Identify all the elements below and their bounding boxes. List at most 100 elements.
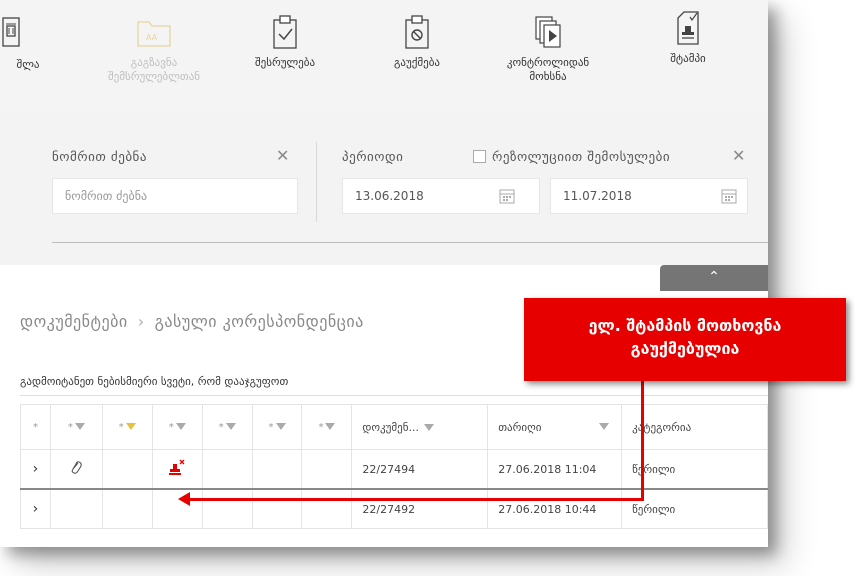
header-filter-cell[interactable]: * bbox=[301, 404, 353, 450]
calendar-icon[interactable] bbox=[499, 188, 515, 204]
filter-bottom-line bbox=[52, 242, 768, 243]
empty-cell bbox=[201, 488, 253, 529]
period-label: პერიოდი bbox=[342, 150, 404, 165]
delete-button-label: შლა bbox=[16, 58, 40, 71]
chevron-up-icon: ⌃ bbox=[708, 269, 720, 285]
remove-from-control-label-line2: მოხსნა bbox=[529, 70, 567, 83]
column-header-date-label: თარიღი bbox=[498, 420, 542, 434]
send-to-executor-label-line1: გაგზავნა bbox=[130, 56, 178, 69]
filter-icon[interactable] bbox=[275, 423, 286, 430]
filter-icon[interactable] bbox=[599, 423, 610, 430]
date-from-input[interactable]: 13.06.2018 bbox=[342, 178, 540, 214]
column-header-document-label: დოკუმენ... bbox=[362, 420, 419, 434]
resolution-checkbox-label: რეზოლუციით შემოსულები bbox=[492, 150, 671, 165]
date-to-input[interactable]: 11.07.2018 bbox=[550, 178, 748, 214]
expand-row-icon[interactable]: › bbox=[20, 488, 51, 529]
breadcrumb-documents[interactable]: დოკუმენტები bbox=[20, 312, 128, 331]
empty-cell bbox=[49, 488, 103, 529]
filter-icon[interactable] bbox=[74, 423, 85, 430]
number-search-input[interactable]: ნომრით ძებნა bbox=[52, 178, 298, 214]
stamp-cancelled-icon[interactable] bbox=[168, 459, 186, 477]
document-number: 22/27492 bbox=[362, 502, 416, 516]
header-star: * bbox=[32, 421, 38, 433]
execute-button[interactable]: შესრულება bbox=[240, 0, 330, 70]
document-date: 27.06.2018 11:04 bbox=[498, 462, 597, 476]
stamp-document-icon bbox=[677, 11, 699, 45]
send-to-executor-button[interactable]: AA გაგზავნა შემსრულებლთან bbox=[84, 0, 224, 84]
document-number: 22/27494 bbox=[362, 462, 416, 476]
grid-header-row: * * * * * * * დოკუმენ... თარიღი კატეგორი… bbox=[20, 404, 768, 450]
filter-icon[interactable] bbox=[225, 423, 236, 430]
document-category: წერილი bbox=[632, 462, 676, 476]
breadcrumb: დოკუმენტები › გასული კორესპონდენცია bbox=[20, 312, 364, 331]
select-all-column[interactable]: * bbox=[20, 404, 51, 450]
filter-icon[interactable] bbox=[175, 423, 186, 430]
execute-button-label: შესრულება bbox=[254, 56, 316, 69]
header-star: * bbox=[268, 421, 274, 433]
column-header-document[interactable]: დოკუმენ... bbox=[351, 404, 489, 450]
column-header-date[interactable]: თარიღი bbox=[487, 404, 623, 450]
header-filter-cell[interactable]: * bbox=[201, 404, 253, 450]
empty-cell bbox=[251, 488, 303, 529]
svg-text:AA: AA bbox=[146, 33, 158, 42]
documents-stack-icon bbox=[535, 16, 561, 48]
document-category: წერილი bbox=[632, 502, 676, 516]
header-star: * bbox=[168, 421, 174, 433]
empty-cell bbox=[201, 449, 253, 490]
remove-from-control-button[interactable]: კონტროლიდან მოხსნა bbox=[490, 0, 606, 84]
clipboard-cancel-icon bbox=[405, 15, 429, 49]
stamp-button-label: შტამპი bbox=[670, 52, 706, 65]
column-header-category-label: კატეგორია bbox=[632, 420, 692, 434]
trash-icon bbox=[2, 17, 20, 47]
date-to-value: 11.07.2018 bbox=[563, 189, 632, 203]
breadcrumb-separator: › bbox=[137, 312, 145, 331]
delete-button[interactable]: შლა bbox=[0, 0, 56, 72]
filter-icon[interactable] bbox=[325, 423, 336, 430]
header-star: * bbox=[318, 421, 324, 433]
clear-number-search-icon[interactable]: ✕ bbox=[276, 146, 289, 165]
clear-period-icon[interactable]: ✕ bbox=[732, 146, 745, 165]
filter-active-icon[interactable] bbox=[125, 423, 136, 430]
send-to-executor-label-line2: შემსრულებლთან bbox=[107, 70, 201, 83]
document-date: 27.06.2018 10:44 bbox=[498, 502, 597, 516]
header-filter-cell[interactable]: * bbox=[101, 404, 153, 450]
header-star: * bbox=[118, 421, 124, 433]
filter-panel: ნომრით ძებნა ✕ ნომრით ძებნა პერიოდი რეზო… bbox=[0, 110, 768, 265]
toolbar: შლა AA გაგზავნა შემსრულებლთან შესრულება bbox=[0, 0, 768, 111]
paperclip-icon[interactable] bbox=[69, 460, 83, 476]
empty-cell bbox=[101, 449, 153, 490]
stamp-button[interactable]: შტამპი bbox=[648, 0, 728, 66]
cancel-button[interactable]: გაუქმება bbox=[372, 0, 462, 70]
annotation-arrow-line bbox=[188, 498, 644, 501]
header-star: * bbox=[67, 421, 73, 433]
empty-cell bbox=[251, 449, 303, 490]
collapse-filter-button[interactable]: ⌃ bbox=[660, 265, 768, 291]
documents-grid: * * * * * * * დოკუმენ... თარიღი კატეგორი… bbox=[20, 404, 768, 529]
stamp-status-cell bbox=[151, 449, 203, 490]
attachment-cell bbox=[49, 449, 103, 490]
resolution-checkbox[interactable] bbox=[473, 150, 486, 163]
group-by-hint: გადმოიტანეთ ნებისმიერი სვეტი, რომ დააჯგუ… bbox=[20, 375, 289, 388]
annotation-callout: ელ. შტამპის მოთხოვნა გაუქმებულია bbox=[524, 298, 846, 381]
header-filter-cell[interactable]: * bbox=[251, 404, 303, 450]
expand-row-icon[interactable]: › bbox=[20, 449, 51, 490]
breadcrumb-outgoing-correspondence: გასული კორესპონდენცია bbox=[154, 312, 364, 331]
calendar-icon[interactable] bbox=[721, 188, 737, 204]
folder-icon: AA bbox=[137, 21, 171, 47]
cancel-button-label: გაუქმება bbox=[394, 56, 440, 69]
empty-cell bbox=[301, 488, 353, 529]
table-row[interactable]: › 22/27494 27.06.2018 11:04 წერილი bbox=[20, 449, 768, 490]
header-filter-cell[interactable]: * bbox=[49, 404, 103, 450]
empty-cell bbox=[301, 449, 353, 490]
remove-from-control-label-line1: კონტროლიდან bbox=[506, 56, 590, 69]
callout-line2: გაუქმებულია bbox=[630, 339, 740, 358]
filter-icon[interactable] bbox=[424, 424, 435, 431]
number-search-label: ნომრით ძებნა bbox=[52, 150, 147, 165]
header-star: * bbox=[218, 421, 224, 433]
table-row[interactable]: › 22/27492 27.06.2018 10:44 წერილი bbox=[20, 488, 768, 529]
filter-divider bbox=[316, 142, 317, 222]
grid-top-line bbox=[20, 395, 768, 396]
clipboard-check-icon bbox=[273, 15, 297, 49]
header-filter-cell[interactable]: * bbox=[151, 404, 203, 450]
annotation-arrow-head bbox=[178, 492, 190, 506]
